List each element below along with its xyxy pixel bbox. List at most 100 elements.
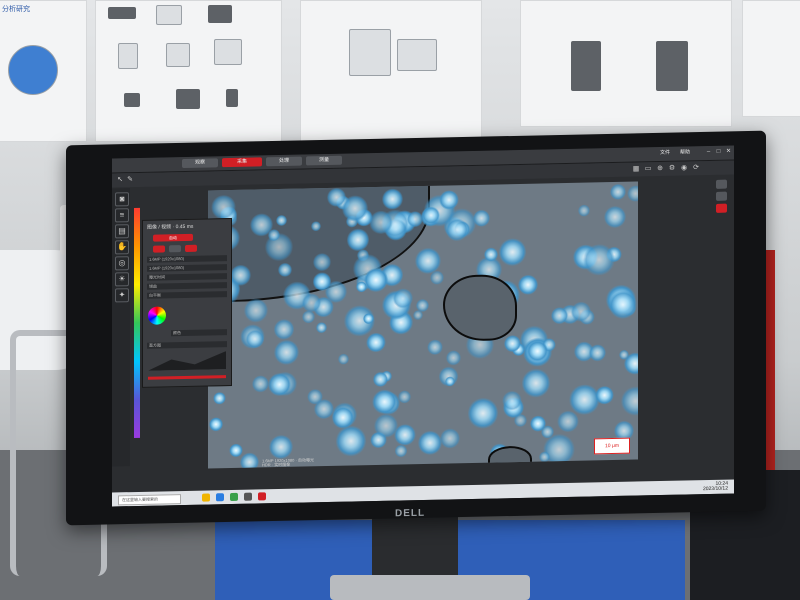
hand-icon[interactable]: ✋ xyxy=(115,240,129,255)
browser-icon[interactable] xyxy=(216,493,224,502)
poster-right xyxy=(742,0,800,117)
crystal-rosette xyxy=(608,290,638,320)
white-balance-row[interactable]: 白平衡 xyxy=(147,291,227,299)
crystal-rosette xyxy=(372,389,397,415)
crystal-rosette xyxy=(398,390,411,404)
tab-observe[interactable]: 观察 xyxy=(182,158,218,169)
tab-process[interactable]: 处理 xyxy=(266,156,302,167)
record-button[interactable] xyxy=(716,203,727,213)
crystal-rosette xyxy=(229,443,243,458)
crystal-rosette xyxy=(427,339,443,355)
maximize-icon[interactable]: □ xyxy=(714,148,723,157)
crystal-rosette xyxy=(312,272,332,291)
puzzle-icon[interactable]: ✦ xyxy=(115,288,129,303)
crystal-rosette xyxy=(382,188,403,210)
crystal-rosette xyxy=(570,301,591,322)
close-app-icon[interactable] xyxy=(258,492,266,501)
light-icon[interactable]: ☀ xyxy=(115,272,129,287)
minimize-icon[interactable]: – xyxy=(704,148,713,157)
scale-bar: 10 μm xyxy=(594,437,630,455)
exposure-row[interactable]: 曝光时间 xyxy=(147,273,227,281)
tab-measure[interactable]: 测量 xyxy=(306,155,342,166)
app-icon[interactable] xyxy=(230,492,238,502)
crystal-rosette xyxy=(252,374,270,393)
histogram-label: 直方图 xyxy=(147,341,227,349)
crystal-rosette xyxy=(274,339,300,366)
pointer-icon[interactable]: ↖ xyxy=(116,176,124,184)
crystal-rosette xyxy=(269,434,294,459)
poster-left: 分析研究 xyxy=(0,0,87,142)
left-icon-strip: ◙ ≡ ▤ ✋ ◎ ☀ ✦ xyxy=(112,188,130,467)
resolution-select[interactable]: 1.6MP (1920x1080) xyxy=(147,255,227,263)
crystal-rosette xyxy=(604,205,626,228)
crystal-rosette xyxy=(513,413,527,427)
crystal-rosette xyxy=(556,410,579,433)
help-menu[interactable]: 帮助 xyxy=(680,148,690,157)
crystal-rosette xyxy=(338,353,349,365)
panel-button-1[interactable] xyxy=(716,179,727,189)
ruler-icon[interactable]: ▭ xyxy=(644,165,652,173)
crystal-rosette xyxy=(313,398,334,420)
crystal-rosette xyxy=(268,228,281,241)
tab-acquire[interactable]: 采集 xyxy=(222,157,262,168)
camera-icon[interactable]: ◙ xyxy=(115,192,129,207)
crystal-rosette xyxy=(213,391,227,405)
zoom-icon[interactable]: ⊕ xyxy=(656,165,664,173)
layers-icon[interactable]: ≡ xyxy=(115,208,129,223)
crystal-rosette xyxy=(346,228,369,252)
crystal-rosette xyxy=(440,428,461,449)
crystal-rosette xyxy=(407,211,423,227)
histogram-icon[interactable]: ▤ xyxy=(115,224,129,239)
color-section-label: 颜色 xyxy=(171,329,227,337)
right-control-column xyxy=(714,179,730,240)
panel-title: 图像 / 视频 · 0.45 ms xyxy=(147,223,194,231)
crystal-rosette xyxy=(363,267,388,292)
crystal-rosette xyxy=(245,329,265,349)
histogram-range-slider[interactable] xyxy=(148,375,226,380)
store-icon[interactable] xyxy=(244,492,252,501)
panel-toggle-2[interactable] xyxy=(169,245,181,253)
auto-mode-button[interactable]: 自动 xyxy=(153,233,193,242)
pencil-icon[interactable]: ✎ xyxy=(126,176,134,184)
crystal-rosette xyxy=(273,319,294,340)
crystal-rosette xyxy=(595,385,614,405)
panel-toggle-1[interactable] xyxy=(153,245,165,253)
snapshot-icon[interactable]: ◉ xyxy=(680,164,688,172)
crystal-rosette xyxy=(518,274,539,296)
acquisition-panel: 图像 / 视频 · 0.45 ms 自动 1.6MP (1920x1080) 1… xyxy=(142,218,232,388)
crystal-rosette xyxy=(446,218,469,242)
monitor-stand xyxy=(372,512,458,582)
crystal-rosette xyxy=(211,194,236,220)
monitor-brand-logo: DELL xyxy=(395,507,426,520)
crystal-rosette xyxy=(315,322,328,334)
folder-icon[interactable] xyxy=(202,493,210,502)
crystal-rosette xyxy=(502,390,522,411)
crystal-rosette xyxy=(373,371,388,387)
microscope-image[interactable]: 10 μm xyxy=(208,181,638,469)
focus-icon[interactable]: ◎ xyxy=(115,256,129,271)
close-icon[interactable]: ✕ xyxy=(724,148,733,157)
crystal-rosette xyxy=(445,350,461,366)
crystal-rosette xyxy=(369,210,393,235)
crystal-rosette xyxy=(239,452,260,469)
sync-icon[interactable]: ⟳ xyxy=(692,164,700,172)
crystal-rosette xyxy=(468,397,499,429)
panel-button-2[interactable] xyxy=(716,191,727,201)
panel-toggle-3[interactable] xyxy=(185,244,197,252)
color-wheel-icon[interactable] xyxy=(148,306,166,325)
crystal-rosette xyxy=(416,299,429,312)
gain-row[interactable]: 增益 xyxy=(147,282,227,290)
monitor-screen: 观察 采集 处理 测量 文件 帮助 – □ ✕ ↖ ✎ ▦ ▭ ⊕ ⚙ ◉ ⟳ … xyxy=(112,145,734,507)
crystal-rosette xyxy=(278,263,292,277)
grid-icon[interactable]: ▦ xyxy=(632,165,640,173)
resolution-select-2[interactable]: 1.6MP (1920x1080) xyxy=(147,264,227,272)
taskbar-search-input[interactable]: 在这里输入要搜索的 xyxy=(118,494,181,506)
file-menu[interactable]: 文件 xyxy=(660,149,670,158)
crystal-rosette xyxy=(621,386,638,416)
crystal-rosette xyxy=(578,204,590,217)
spectrum-slider[interactable] xyxy=(134,207,140,439)
poster-microscopes xyxy=(520,0,732,127)
crystal-rosette xyxy=(609,183,626,200)
settings-icon[interactable]: ⚙ xyxy=(668,165,676,173)
crystal-rosette xyxy=(335,425,367,458)
